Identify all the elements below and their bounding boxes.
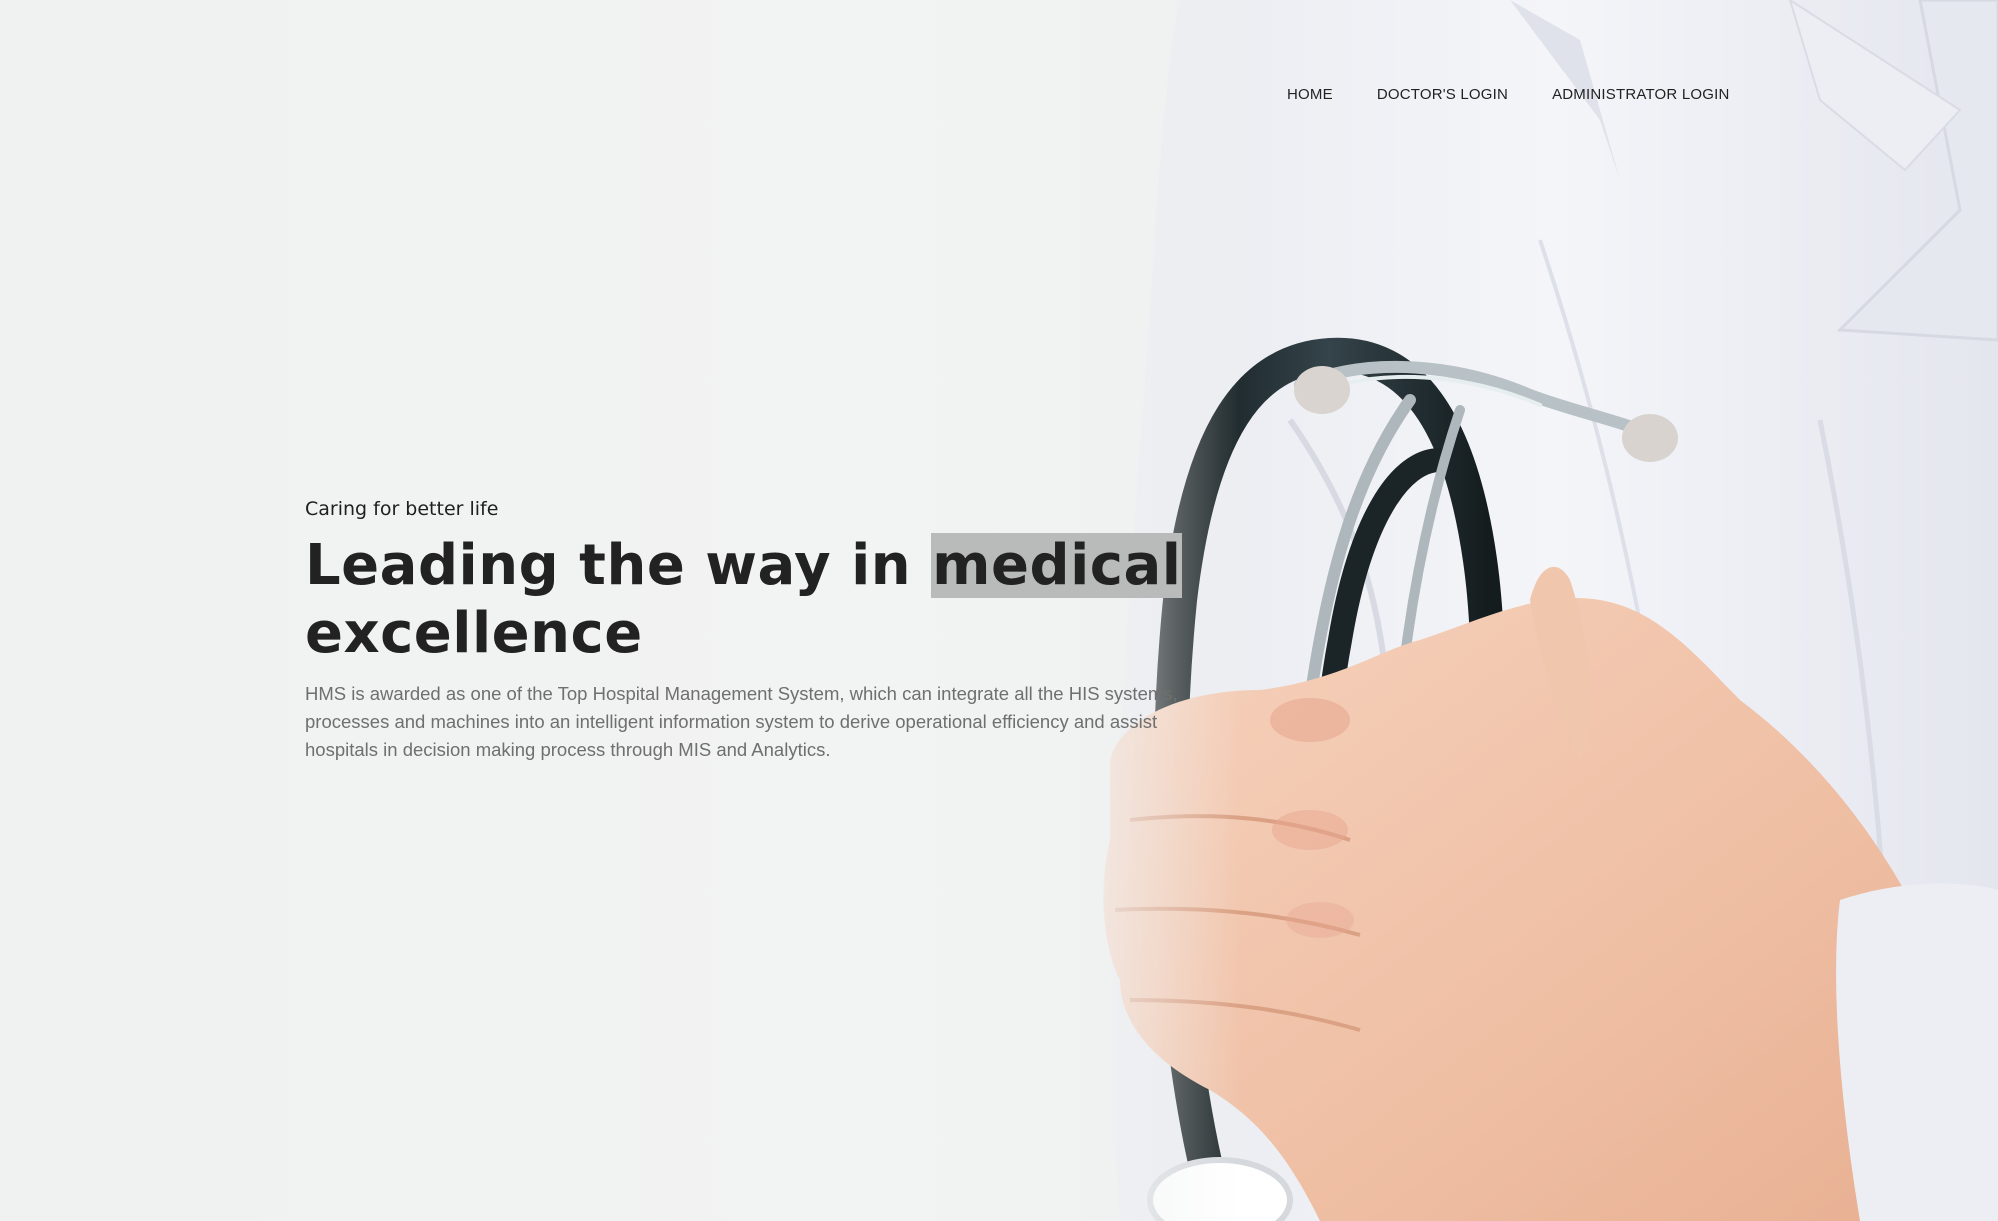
hero-headline: Leading the way in medical excellence: [305, 532, 1205, 668]
nav-administrator-login-link[interactable]: ADMINISTRATOR LOGIN: [1552, 86, 1729, 103]
hero-tagline: Caring for better life: [305, 498, 499, 520]
nav-doctors-login-link[interactable]: DOCTOR'S LOGIN: [1377, 86, 1508, 103]
hero-section: Caring for better life Leading the way i…: [305, 498, 1205, 764]
headline-highlight: medical: [931, 533, 1183, 598]
hero-description: HMS is awarded as one of the Top Hospita…: [305, 683, 1178, 760]
main-nav: HOME DOCTOR'S LOGIN ADMINISTRATOR LOGIN: [1287, 86, 1730, 103]
landing-page: HOME DOCTOR'S LOGIN ADMINISTRATOR LOGIN …: [0, 0, 1998, 1221]
headline-part1: Leading the way in: [305, 533, 932, 598]
nav-home-link[interactable]: HOME: [1287, 86, 1333, 103]
headline-part2: excellence: [305, 601, 643, 666]
